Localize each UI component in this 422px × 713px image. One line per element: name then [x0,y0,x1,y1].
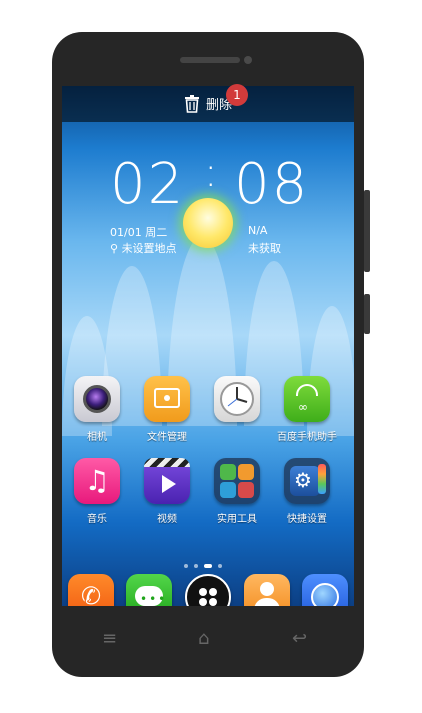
app-baidu-assistant[interactable]: ∞ 百度手机助手 [276,376,338,443]
video-play-icon [144,458,190,504]
app-label: 视频 [157,514,177,525]
phone-body: 删除 02 : 08 01/01 周二 ⚲ 未设置地点 N/A 未获取 相机 文… [52,32,370,677]
weather-location[interactable]: ⚲ 未设置地点 [110,240,177,256]
app-label: 文件管理 [147,432,187,443]
sun-weather-icon[interactable] [183,198,233,248]
page-dot[interactable] [218,564,222,568]
weather-status: 未获取 [248,242,281,255]
back-key[interactable]: ↩ [292,628,307,649]
shopping-bag-icon: ∞ [284,376,330,422]
volume-button[interactable] [364,190,370,272]
menu-key[interactable]: ≡ [102,628,117,649]
page-indicator[interactable] [184,564,222,568]
app-label: 实用工具 [217,514,257,525]
weather-temp: N/A [248,224,268,237]
app-video[interactable]: 视频 [138,458,196,525]
power-button[interactable] [364,294,370,334]
earpiece-speaker [180,57,240,63]
location-pin-icon: ⚲ [110,242,119,255]
folder-icon [144,376,190,422]
badge-count: 1 [226,84,248,106]
phone-icon[interactable]: ✆ [68,574,114,606]
contacts-icon[interactable] [244,574,290,606]
trash-icon [185,94,199,113]
page-dot[interactable] [184,564,188,568]
app-file-manager[interactable]: 文件管理 [138,376,196,443]
front-camera [244,56,252,64]
delete-drop-bar[interactable]: 删除 [62,86,354,122]
camera-icon [74,376,120,422]
app-label: 相机 [87,432,107,443]
message-icon[interactable]: ••• [126,574,172,606]
tools-icon [214,458,260,504]
music-note-icon: ♫ [74,458,120,504]
clock-colon: : [204,150,220,196]
page-dot-active[interactable] [204,564,212,568]
location-text: 未设置地点 [121,242,177,255]
app-quick-settings[interactable]: ⚙ 快捷设置 [278,458,336,525]
app-drawer-icon[interactable] [185,574,231,606]
home-screen: 删除 02 : 08 01/01 周二 ⚲ 未设置地点 N/A 未获取 相机 文… [62,86,354,606]
app-tools-folder[interactable]: 实用工具 [208,458,266,525]
clock-minutes: 08 [234,152,310,217]
app-camera[interactable]: 相机 [68,376,126,443]
app-label: 快捷设置 [287,514,327,525]
weather-date: 01/01 周二 [110,226,168,239]
delete-target[interactable]: 删除 [184,94,232,113]
settings-icon: ⚙ [284,458,330,504]
home-key[interactable]: ⌂ [198,628,209,649]
page-dot[interactable] [194,564,198,568]
clock-icon [214,376,260,422]
app-music[interactable]: ♫ 音乐 [68,458,126,525]
app-label: 音乐 [87,514,107,525]
browser-globe-icon[interactable] [302,574,348,606]
app-label: 百度手机助手 [277,432,337,443]
clock-hours: 02 [110,152,186,217]
app-clock[interactable] [208,376,266,428]
